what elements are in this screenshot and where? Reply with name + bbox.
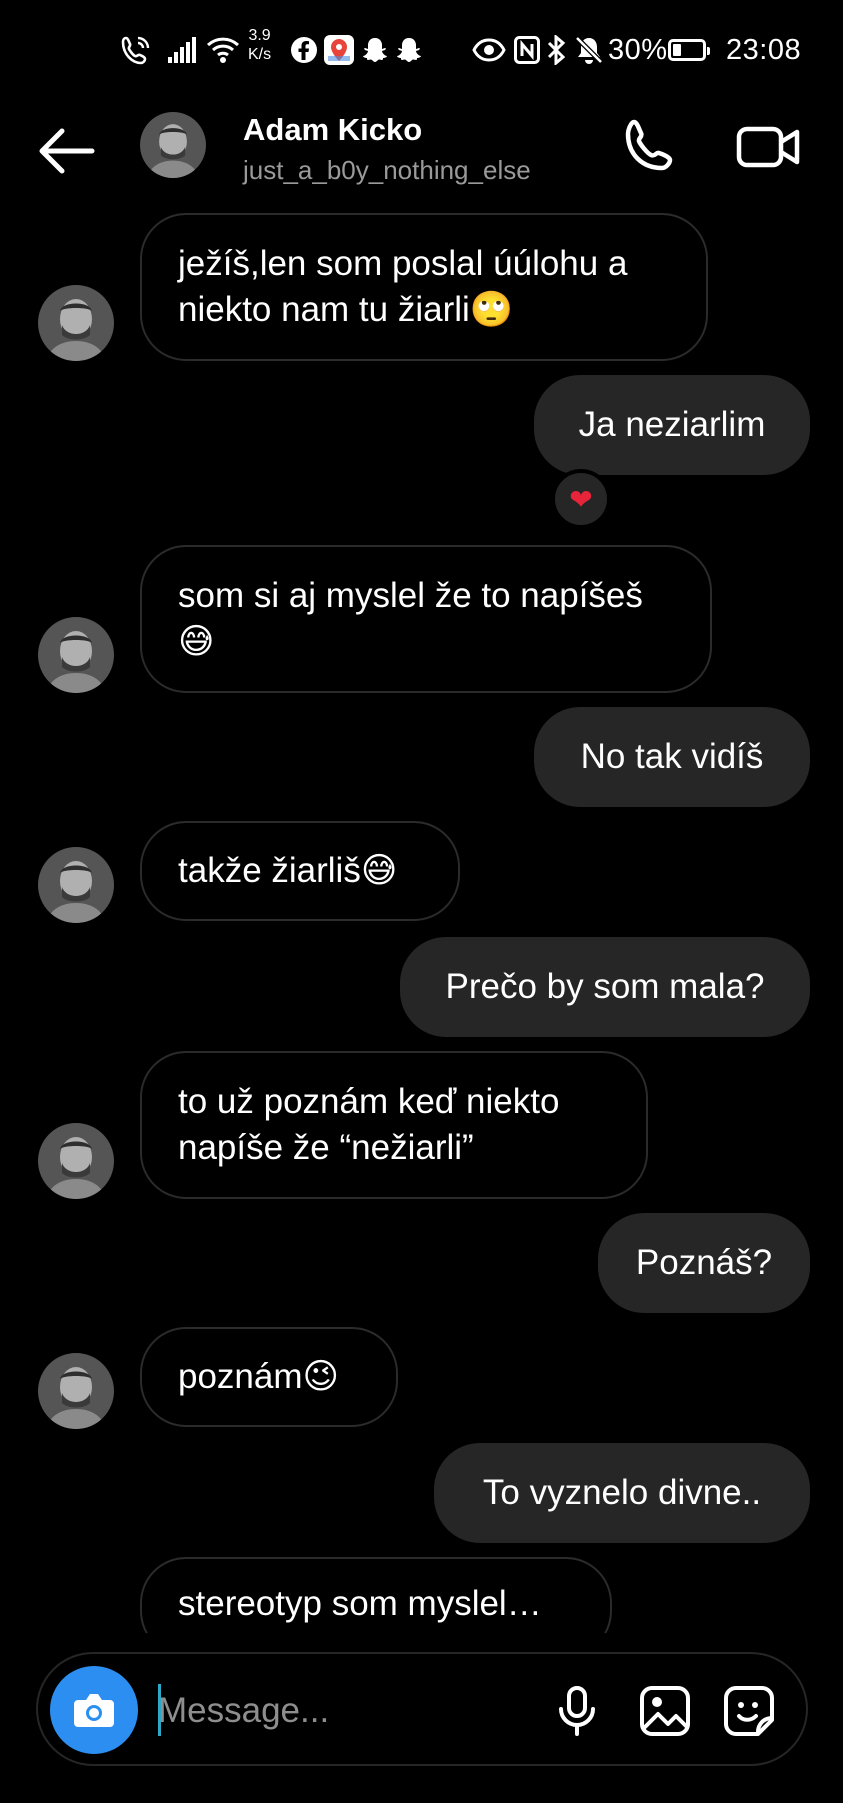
clock: 23:08 <box>726 33 802 66</box>
message-text: takže žiarliš😅 <box>178 851 398 890</box>
message-text: to už poznám keď niekto napíše že “nežia… <box>178 1082 570 1167</box>
battery-level <box>673 44 681 56</box>
sender-avatar[interactable] <box>38 1123 114 1199</box>
net-speed: 3.9 K/s <box>248 27 272 63</box>
message-text: ježíš,len som poslal úúlohu a niekto nam… <box>178 244 638 329</box>
message-text: stereotyp som myslel… <box>178 1584 542 1623</box>
message-text: Poznáš? <box>635 1243 773 1282</box>
wifi-calling-icon <box>120 32 152 68</box>
video-call-icon[interactable] <box>736 118 802 176</box>
contact-username[interactable]: just_a_b0y_nothing_else <box>243 155 531 186</box>
snapchat-icon <box>360 32 390 68</box>
message-incoming[interactable]: to už poznám keď niekto napíše že “nežia… <box>140 1051 648 1199</box>
camera-button[interactable] <box>50 1666 138 1754</box>
sticker-icon[interactable] <box>722 1684 776 1738</box>
message-outgoing[interactable]: Ja neziarlim <box>534 375 810 475</box>
snapchat-icon-2 <box>394 32 424 68</box>
nfc-icon <box>514 32 540 68</box>
phone-call-icon[interactable] <box>620 118 678 176</box>
message-thread[interactable]: ježíš,len som poslal úúlohu a niekto nam… <box>0 205 843 1633</box>
gallery-icon[interactable] <box>638 1684 692 1738</box>
message-input[interactable] <box>156 1680 540 1742</box>
sender-avatar[interactable] <box>38 617 114 693</box>
sender-avatar[interactable] <box>38 1353 114 1429</box>
text-cursor <box>158 1684 161 1736</box>
message-text: No tak vidíš <box>580 737 764 776</box>
message-incoming[interactable]: poznám😉 <box>140 1327 398 1427</box>
message-text: To vyznelo divne.. <box>482 1473 762 1512</box>
message-composer <box>36 1652 808 1766</box>
reaction-emoji: ❤ <box>569 483 593 515</box>
sender-avatar[interactable] <box>38 847 114 923</box>
message-text: Prečo by som mala? <box>445 967 765 1006</box>
facebook-icon <box>290 32 318 68</box>
message-outgoing[interactable]: Poznáš? <box>598 1213 810 1313</box>
sender-avatar[interactable] <box>38 285 114 361</box>
message-text: Ja neziarlim <box>578 405 766 444</box>
microphone-icon[interactable] <box>550 1684 604 1738</box>
contact-name[interactable]: Adam Kicko <box>243 112 422 148</box>
message-outgoing[interactable]: No tak vidíš <box>534 707 810 807</box>
message-outgoing[interactable]: Prečo by som mala? <box>400 937 810 1037</box>
camera-icon <box>74 1694 114 1727</box>
battery-percent: 30% <box>608 33 668 66</box>
mute-bell-icon <box>574 32 604 68</box>
chat-header: Adam Kicko just_a_b0y_nothing_else <box>0 100 843 210</box>
message-outgoing[interactable]: To vyznelo divne.. <box>434 1443 810 1543</box>
message-incoming[interactable]: ježíš,len som poslal úúlohu a niekto nam… <box>140 213 708 361</box>
message-text: som si aj myslel že to napíšeš 😅 <box>178 576 653 661</box>
status-bar: 3.9 K/s 30% 23:08 <box>0 0 843 100</box>
maps-app-icon <box>324 32 354 68</box>
battery-icon <box>668 32 710 68</box>
message-text: poznám😉 <box>178 1357 340 1396</box>
avatar[interactable] <box>140 112 206 178</box>
eye-icon <box>472 32 506 68</box>
message-incoming[interactable]: stereotyp som myslel… <box>140 1557 612 1633</box>
bluetooth-icon <box>546 32 566 68</box>
signal-icon <box>168 32 198 68</box>
message-incoming[interactable]: som si aj myslel že to napíšeš 😅 <box>140 545 712 693</box>
back-arrow-icon[interactable] <box>36 126 96 176</box>
heart-reaction-icon[interactable]: ❤ <box>551 469 611 529</box>
message-incoming[interactable]: takže žiarliš😅 <box>140 821 460 921</box>
wifi-icon <box>206 32 240 68</box>
